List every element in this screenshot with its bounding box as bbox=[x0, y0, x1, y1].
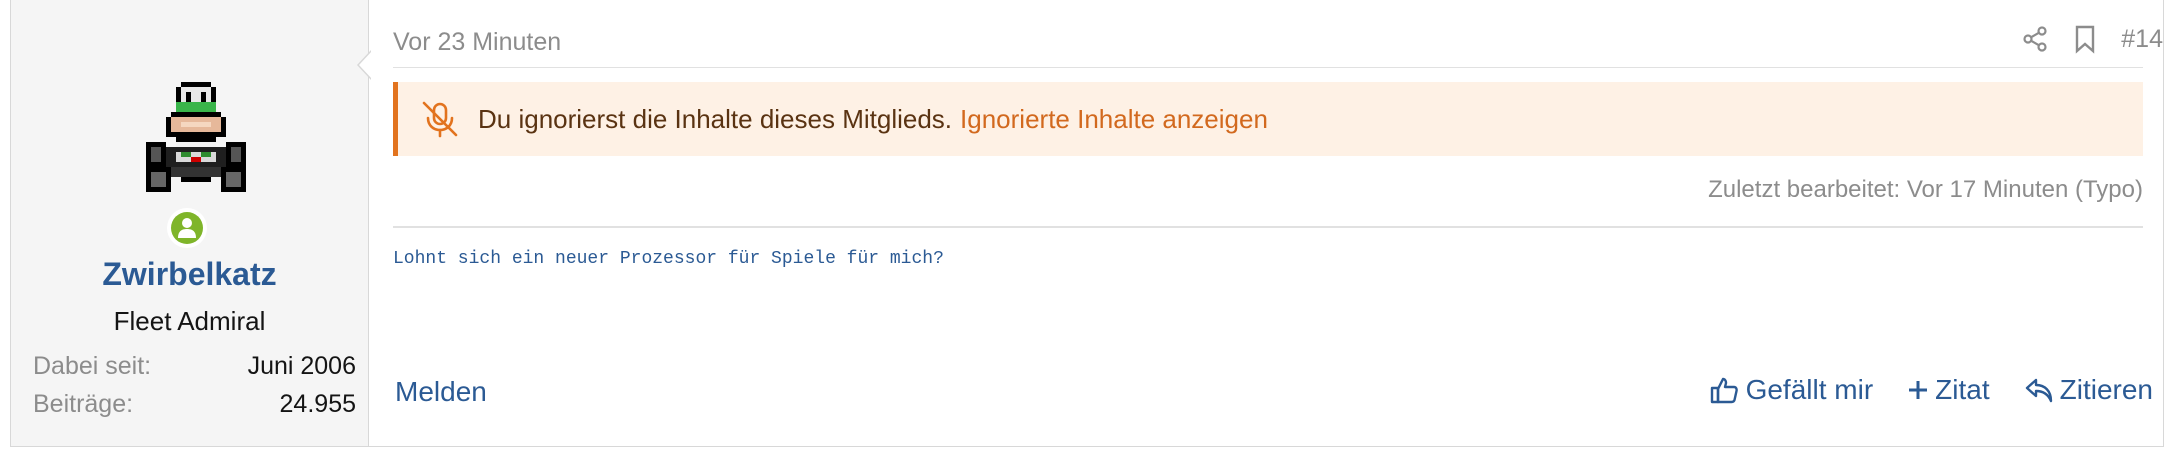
divider bbox=[393, 226, 2143, 228]
post-footer-actions: Gefällt mir Zitat Zitieren bbox=[1710, 374, 2153, 406]
stat-label: Dabei seit: bbox=[33, 352, 152, 380]
post-body: Lohnt sich ein neuer Prozessor für Spiel… bbox=[393, 249, 944, 269]
thumbs-up-icon bbox=[1710, 377, 1738, 404]
reply-icon bbox=[2025, 378, 2052, 403]
last-edited: Zuletzt bearbeitet: Vor 17 Minuten (Typo… bbox=[1708, 176, 2143, 203]
stat-posts: Beiträge: 24.955 bbox=[33, 390, 356, 419]
bookmark-icon[interactable] bbox=[2073, 24, 2097, 54]
reply-button[interactable]: Zitieren bbox=[2024, 374, 2153, 406]
user-title: Fleet Admiral bbox=[113, 306, 266, 336]
stat-joined: Dabei seit: Juni 2006 bbox=[33, 352, 356, 381]
username[interactable]: Zwirbelkatz bbox=[11, 256, 368, 293]
share-icon[interactable] bbox=[2021, 25, 2049, 53]
post-date[interactable]: Vor 23 Minuten bbox=[393, 28, 561, 57]
user-sidebar: Zwirbelkatz Fleet Admiral Dabei seit: Ju… bbox=[11, 0, 369, 446]
notice-text: Du ignorierst die Inhalte dieses Mitglie… bbox=[478, 104, 1268, 135]
reply-label: Zitieren bbox=[2059, 374, 2153, 405]
ignored-notice: Du ignorierst die Inhalte dieses Mitglie… bbox=[393, 82, 2143, 156]
sidebar-arrow-inner bbox=[359, 51, 372, 79]
user-icon bbox=[178, 218, 196, 238]
plus-icon bbox=[1909, 381, 1928, 399]
show-ignored-content-link[interactable]: Ignorierte Inhalte anzeigen bbox=[960, 104, 1268, 134]
stat-label: Beiträge: bbox=[33, 390, 134, 418]
post-number[interactable]: #14 bbox=[2121, 25, 2163, 54]
like-button[interactable]: Gefällt mir bbox=[1710, 374, 1874, 406]
post-header-actions: #14 bbox=[2021, 24, 2163, 54]
multi-quote-label: Zitat bbox=[1935, 374, 1990, 405]
forum-post: Zwirbelkatz Fleet Admiral Dabei seit: Ju… bbox=[10, 0, 2164, 447]
stat-value: Juni 2006 bbox=[247, 352, 356, 380]
multi-quote-button[interactable]: Zitat bbox=[1907, 374, 1990, 406]
avatar[interactable] bbox=[131, 82, 261, 212]
divider bbox=[393, 67, 2143, 68]
post-main: Vor 23 Minuten #14 Du ignorierst die Inh… bbox=[393, 0, 2163, 446]
stat-value: 24.955 bbox=[279, 390, 356, 418]
report-link[interactable]: Melden bbox=[395, 376, 487, 408]
online-status-indicator bbox=[167, 208, 207, 248]
like-label: Gefällt mir bbox=[1745, 374, 1874, 405]
notice-message: Du ignorierst die Inhalte dieses Mitglie… bbox=[478, 103, 953, 134]
microphone-slash-icon bbox=[420, 99, 460, 139]
